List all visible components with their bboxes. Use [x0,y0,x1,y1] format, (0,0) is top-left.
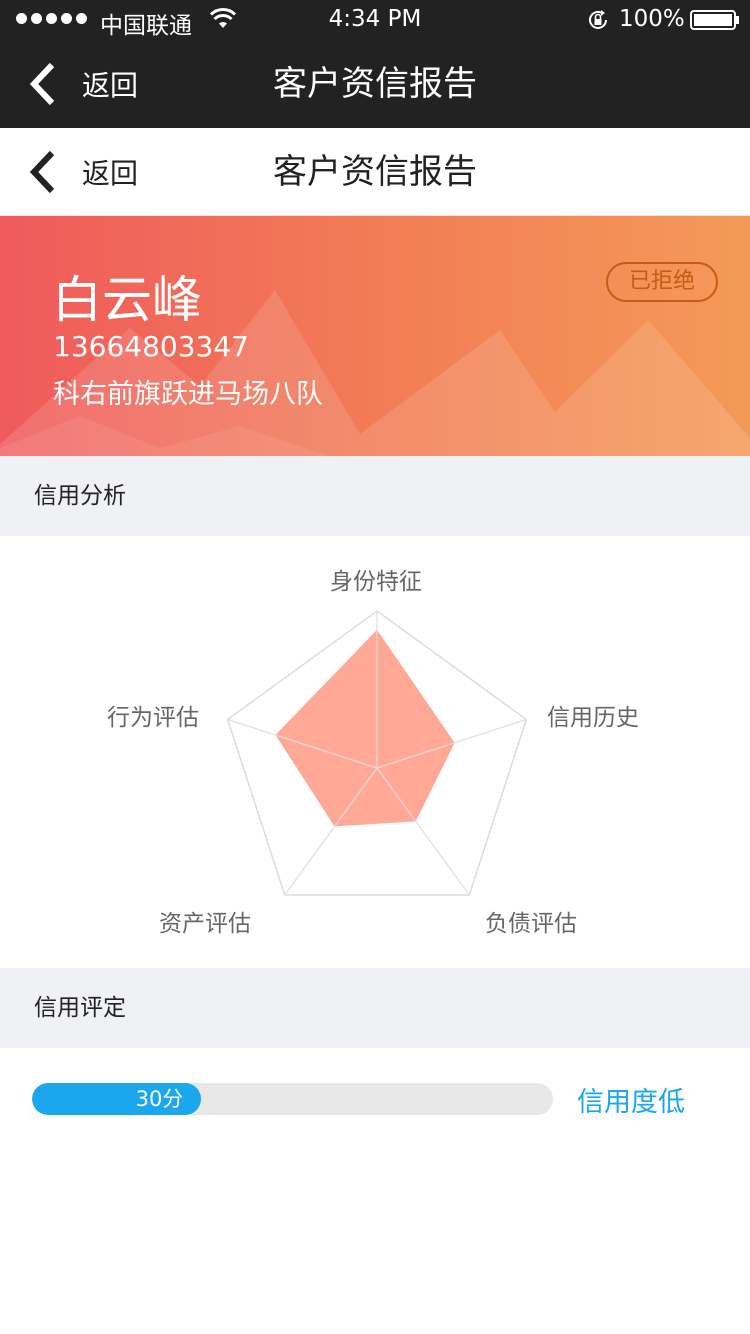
customer-name: 白云峰 [52,271,202,329]
credit-radar-chart: 身份特征 信用历史 负债评估 资产评估 行为评估 [0,536,750,968]
section-title: 信用分析 [34,483,126,509]
customer-banner: 白云峰 13664803347 科右前旗跃进马场八队 已拒绝 [0,216,750,456]
back-label: 返回 [82,69,139,102]
secondary-nav-bar: 返回 客户资信报告 [0,128,750,216]
credit-score-section: 30分 信用度低 [0,1048,750,1334]
radar-label-behavior: 行为评估 [107,705,199,731]
score-value: 30分 [135,1087,184,1111]
score-progress-bar: 30分 [32,1083,553,1115]
radar-data-area [275,629,455,827]
battery-icon [690,10,739,30]
primary-nav-bar: 返回 客户资信报告 [0,40,750,128]
radar-svg [226,610,528,896]
radar-label-assets: 资产评估 [159,911,251,937]
radar-label-debt: 负债评估 [485,911,577,937]
status-bar: 中国联通 4:34 PM 100% [0,0,750,40]
credit-rating-header: 信用评定 [0,968,750,1048]
radar-label-credit-history: 信用历史 [547,705,639,731]
status-badge: 已拒绝 [606,262,718,302]
radar-label-identity: 身份特征 [330,569,422,595]
back-button[interactable]: 返回 [26,40,138,128]
customer-phone: 13664803347 [53,330,249,363]
credit-analysis-header: 信用分析 [0,456,750,536]
score-progress-fill: 30分 [32,1083,202,1115]
chevron-left-icon [29,62,55,106]
rotation-lock-icon [589,10,607,29]
back-label: 返回 [82,157,139,190]
chevron-left-icon [29,150,55,194]
battery-percentage: 100% [619,6,685,32]
back-button-secondary[interactable]: 返回 [26,128,138,216]
credit-level-label: 信用度低 [577,1087,685,1118]
section-title: 信用评定 [34,995,126,1021]
customer-address: 科右前旗跃进马场八队 [53,379,323,410]
